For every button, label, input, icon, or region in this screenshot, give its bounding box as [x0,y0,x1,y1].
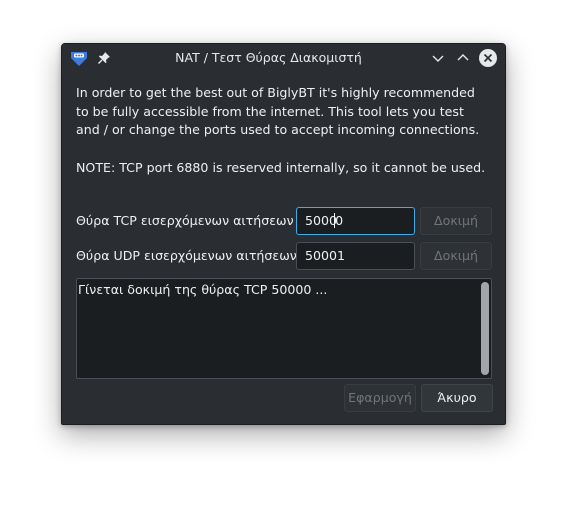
intro-line: In order to get the best out of BiglyBT … [76,85,475,100]
log-scrollbar[interactable] [481,282,489,375]
apply-button[interactable]: Εφαρμογή [344,384,416,412]
chevron-up-icon[interactable] [453,48,473,68]
udp-port-label: Θύρα UDP εισερχόμενων αιτήσεων [76,248,297,263]
intro-text: In order to get the best out of BiglyBT … [76,84,491,140]
close-icon[interactable] [478,48,498,68]
intro-line: to be fully accessible from the internet… [76,103,464,119]
log-text: Γίνεται δοκιμή της θύρας TCP 50000 ... [78,282,328,297]
tcp-port-value-rest: 0 [335,213,344,228]
tcp-port-value: 5000 [305,213,338,228]
test-log-output[interactable]: Γίνεται δοκιμή της θύρας TCP 50000 ... [76,278,492,379]
udp-test-button[interactable]: Δοκιμή [420,242,492,270]
tcp-port-label: Θύρα TCP εισερχόμενων αιτήσεων [76,213,294,228]
biglybt-app-icon [71,52,87,66]
cancel-button[interactable]: Άκυρο [421,384,493,412]
tcp-test-button[interactable]: Δοκιμή [420,207,492,235]
tcp-port-input[interactable]: 50000 [296,207,415,235]
pin-icon[interactable] [96,50,112,66]
nat-port-test-dialog: NAT / Τεστ Θύρας Διακομιστή In order to … [61,43,506,425]
udp-port-input[interactable]: 50001 [296,242,415,270]
window-title: NAT / Τεστ Θύρας Διακομιστή [175,50,362,65]
intro-line: and / or change the ports used to accept… [76,122,480,137]
chevron-down-icon[interactable] [428,48,448,68]
title-bar[interactable]: NAT / Τεστ Θύρας Διακομιστή [62,44,505,72]
reserved-port-note: NOTE: TCP port 6880 is reserved internal… [76,160,486,175]
